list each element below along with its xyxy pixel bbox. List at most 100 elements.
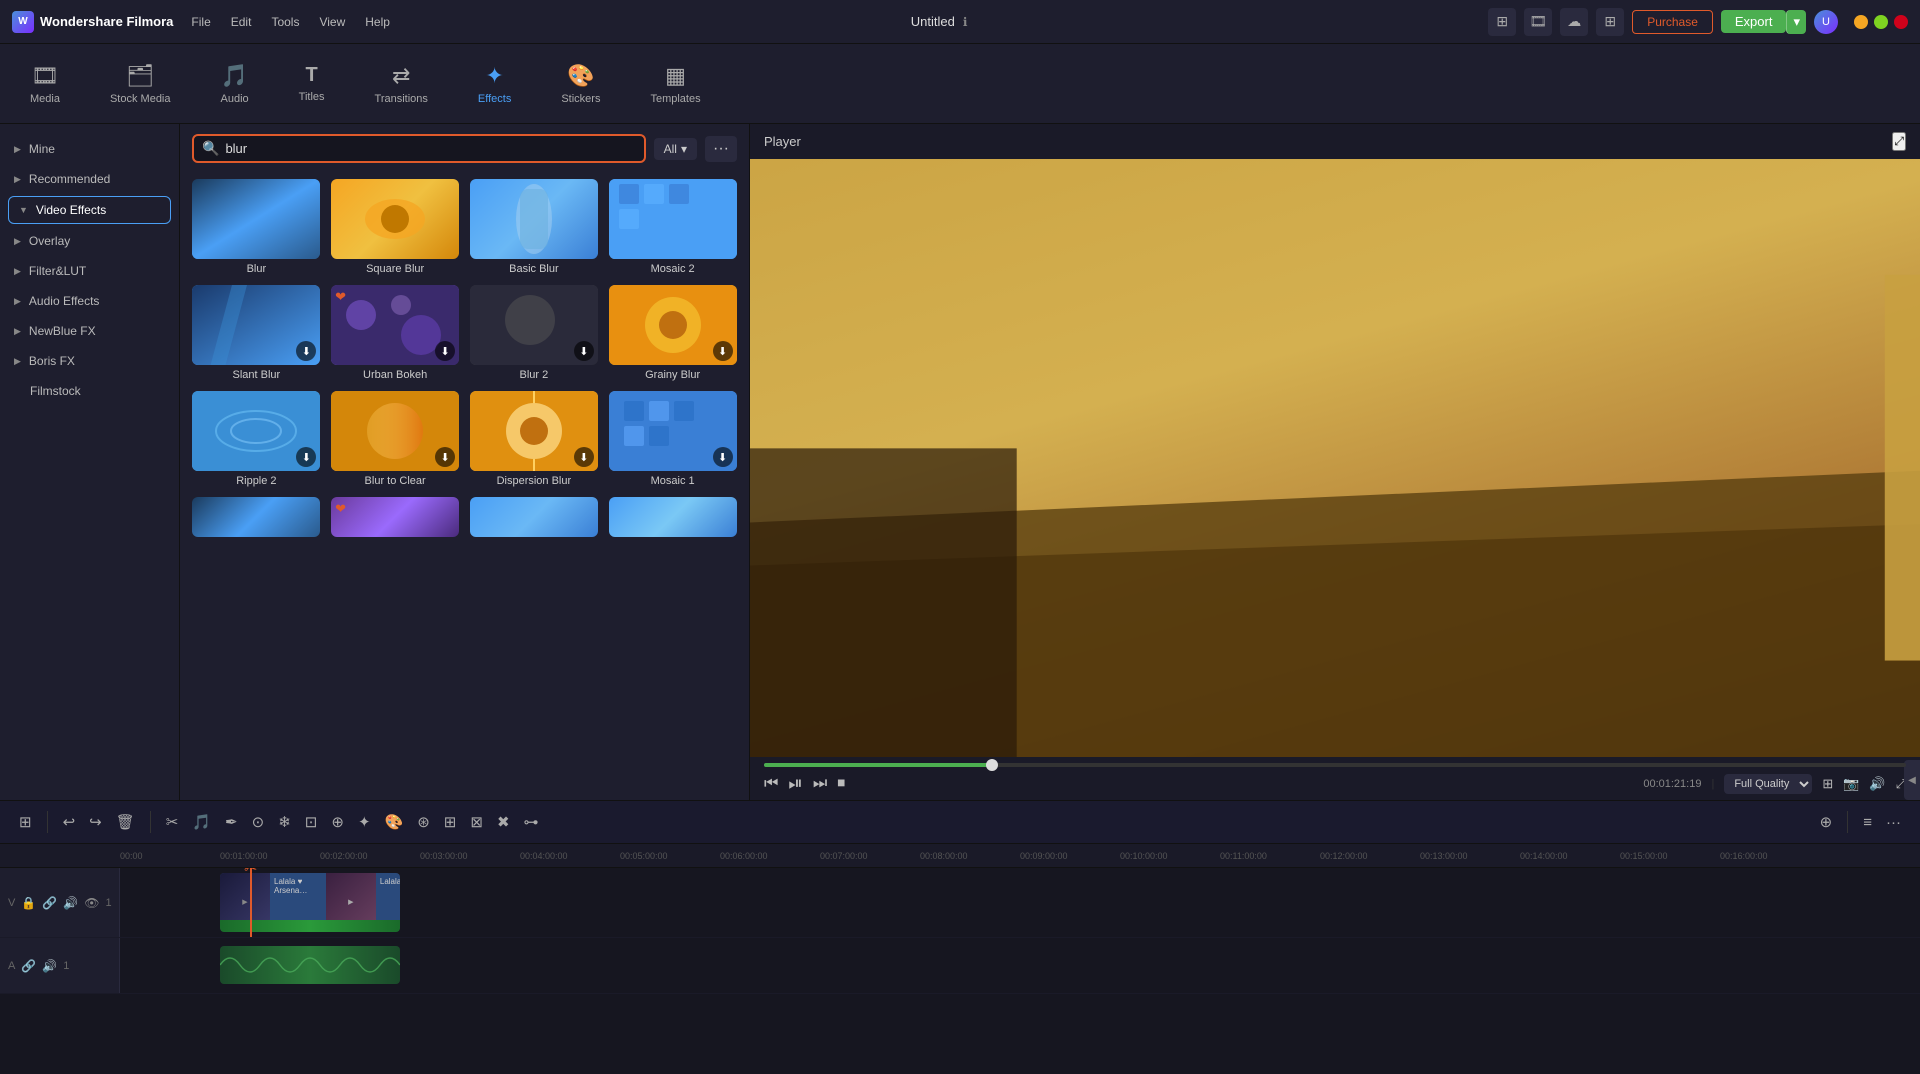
purchase-button[interactable]: Purchase [1632,10,1713,34]
add-marker-button[interactable]: ⊕ [1815,809,1838,835]
search-input[interactable] [225,141,635,156]
effect-dispersion-blur[interactable]: ⬇ Dispersion Blur [470,391,599,487]
undo-button[interactable]: ↩ [58,809,81,835]
left-sidebar: ▶ Mine ▶ Recommended ▼ Video Effects ▶ O… [0,124,180,800]
menu-help[interactable]: Help [365,15,390,29]
speed-button[interactable]: ⊙ [247,809,270,835]
audio-track-area[interactable] [120,938,1920,993]
toolbar-stickers[interactable]: 🎨 Stickers [551,57,610,111]
more-timeline-button[interactable]: ··· [1881,810,1906,835]
monitor-icon[interactable]: ⊞ [1488,8,1516,36]
sidebar-item-filmstock[interactable]: Filmstock [0,376,179,406]
effect-blur-to-clear[interactable]: ⬇ Blur to Clear [331,391,460,487]
color-match-button[interactable]: 🎨 [380,809,409,835]
menu-file[interactable]: File [191,15,210,29]
redo-button[interactable]: ↪ [84,809,107,835]
maximize-button[interactable] [1874,15,1888,29]
track-link-icon[interactable]: 🔗 [42,896,57,910]
pan-zoom-button[interactable]: ⊡ [300,809,323,835]
effect-square-blur[interactable]: Square Blur [331,179,460,275]
progress-bar[interactable] [764,763,1906,767]
menu-edit[interactable]: Edit [231,15,252,29]
player-expand-icon[interactable]: ⤢ [1892,132,1906,151]
effect-partial-3[interactable] [470,497,599,537]
effect-partial-2[interactable]: ❤ [331,497,460,537]
screenshot-icon[interactable]: 📷 [1843,776,1859,792]
audio-detach-button[interactable]: 🎵 [187,809,216,835]
toolbar-titles[interactable]: T Titles [289,58,335,109]
menu-tools[interactable]: Tools [271,15,299,29]
effect-urban-bokeh[interactable]: ❤ ⬇ Urban Bokeh [331,285,460,381]
toolbar-media[interactable]: 🎞 Media [20,57,70,111]
ripple-2-label: Ripple 2 [236,475,276,487]
effect-basic-blur[interactable]: Basic Blur [470,179,599,275]
stabilize-button[interactable]: ⊕ [326,809,349,835]
toolbar-stock-media[interactable]: 🗂 Stock Media [100,57,181,111]
track-lock-icon[interactable]: 🔒 [21,896,36,910]
effect-partial-1[interactable] [192,497,321,537]
sidebar-filmstock-label: Filmstock [14,384,81,398]
stop-button[interactable]: ⏹ [837,775,845,793]
effect-partial-4[interactable] [608,497,737,537]
audio-clip-1[interactable] [220,946,400,984]
quality-select[interactable]: Full Quality 1/2 Quality 1/4 Quality [1724,774,1812,794]
sidebar-item-recommended[interactable]: ▶ Recommended [0,164,179,194]
crop-button[interactable]: ✒ [220,809,243,835]
effect-mosaic-2[interactable]: Mosaic 2 [608,179,737,275]
sidebar-item-boris-fx[interactable]: ▶ Boris FX [0,346,179,376]
export-dropdown-button[interactable]: ▾ [1786,10,1806,34]
sidebar-item-overlay[interactable]: ▶ Overlay [0,226,179,256]
cut-button[interactable]: ✂ [161,809,184,835]
remove-effect-button[interactable]: ✖ [492,809,515,835]
sidebar-item-video-effects[interactable]: ▼ Video Effects [8,196,171,224]
toolbar-audio[interactable]: 🎵 Audio [211,57,259,111]
split-audio-button[interactable]: ⊠ [465,809,488,835]
audio-track-link-icon[interactable]: 🔗 [21,959,36,973]
dispersion-blur-thumbnail: ⬇ [470,391,598,471]
merge-button[interactable]: ⊞ [439,809,462,835]
user-avatar[interactable]: U [1814,10,1838,34]
more-options-button[interactable]: ··· [705,136,737,162]
blur-to-clear-download-icon: ⬇ [435,447,455,467]
urban-bokeh-download-icon: ⬇ [435,341,455,361]
sidebar-item-newblue-fx[interactable]: ▶ NewBlue FX [0,316,179,346]
ai-tools-button[interactable]: ✦ [353,809,376,835]
track-eye-icon[interactable]: 👁 [84,896,99,910]
audio-track-mute-icon[interactable]: 🔊 [42,959,57,973]
track-view-button[interactable]: ≡ [1858,810,1877,835]
toolbar-templates[interactable]: ▦ Templates [640,57,710,111]
effect-grainy-blur[interactable]: ⬇ Grainy Blur [608,285,737,381]
cloud-upload-icon[interactable]: ☁ [1560,8,1588,36]
filter-button[interactable]: All ▾ [654,138,697,160]
minimize-button[interactable] [1854,15,1868,29]
waveform-svg [220,946,400,984]
effect-mosaic-1[interactable]: ⬇ Mosaic 1 [608,391,737,487]
sidebar-item-mine[interactable]: ▶ Mine [0,134,179,164]
close-button[interactable] [1894,15,1908,29]
menu-view[interactable]: View [319,15,345,29]
effect-blur-2[interactable]: ⬇ Blur 2 [470,285,599,381]
add-track-button[interactable]: ⊞ [14,809,37,835]
video-track-area[interactable]: ▶ Lalala ♥ Arsena… ▶ Lalala ✂ [120,868,1920,937]
freeze-button[interactable]: ❄ [273,809,296,835]
grid-icon[interactable]: ⊞ [1596,8,1624,36]
fit-screen-icon[interactable]: ⊞ [1822,776,1833,792]
filmstrip-icon[interactable]: 🎞 [1524,8,1552,36]
export-button[interactable]: Export [1721,10,1787,33]
sidebar-item-filter-lut[interactable]: ▶ Filter&LUT [0,256,179,286]
skip-forward-button[interactable]: ⏭ [813,775,827,793]
play-pause-button[interactable]: ⏯ [788,773,802,794]
blur-thumbnail [192,179,320,259]
volume-icon[interactable]: 🔊 [1869,776,1885,792]
effect-slant-blur[interactable]: ⬇ Slant Blur [192,285,321,381]
toolbar-effects[interactable]: ✦ Effects [468,57,521,111]
scene-detect-button[interactable]: ⊶ [519,809,544,835]
toolbar-transitions[interactable]: ⇄ Transitions [365,57,438,111]
sidebar-item-audio-effects[interactable]: ▶ Audio Effects [0,286,179,316]
effect-blur[interactable]: Blur [192,179,321,275]
delete-button[interactable]: 🗑 [111,809,140,835]
effect-ripple-2[interactable]: ⬇ Ripple 2 [192,391,321,487]
green-screen-button[interactable]: ⊛ [412,809,435,835]
track-mute-icon[interactable]: 🔊 [63,896,78,910]
skip-back-button[interactable]: ⏮ [764,775,778,793]
